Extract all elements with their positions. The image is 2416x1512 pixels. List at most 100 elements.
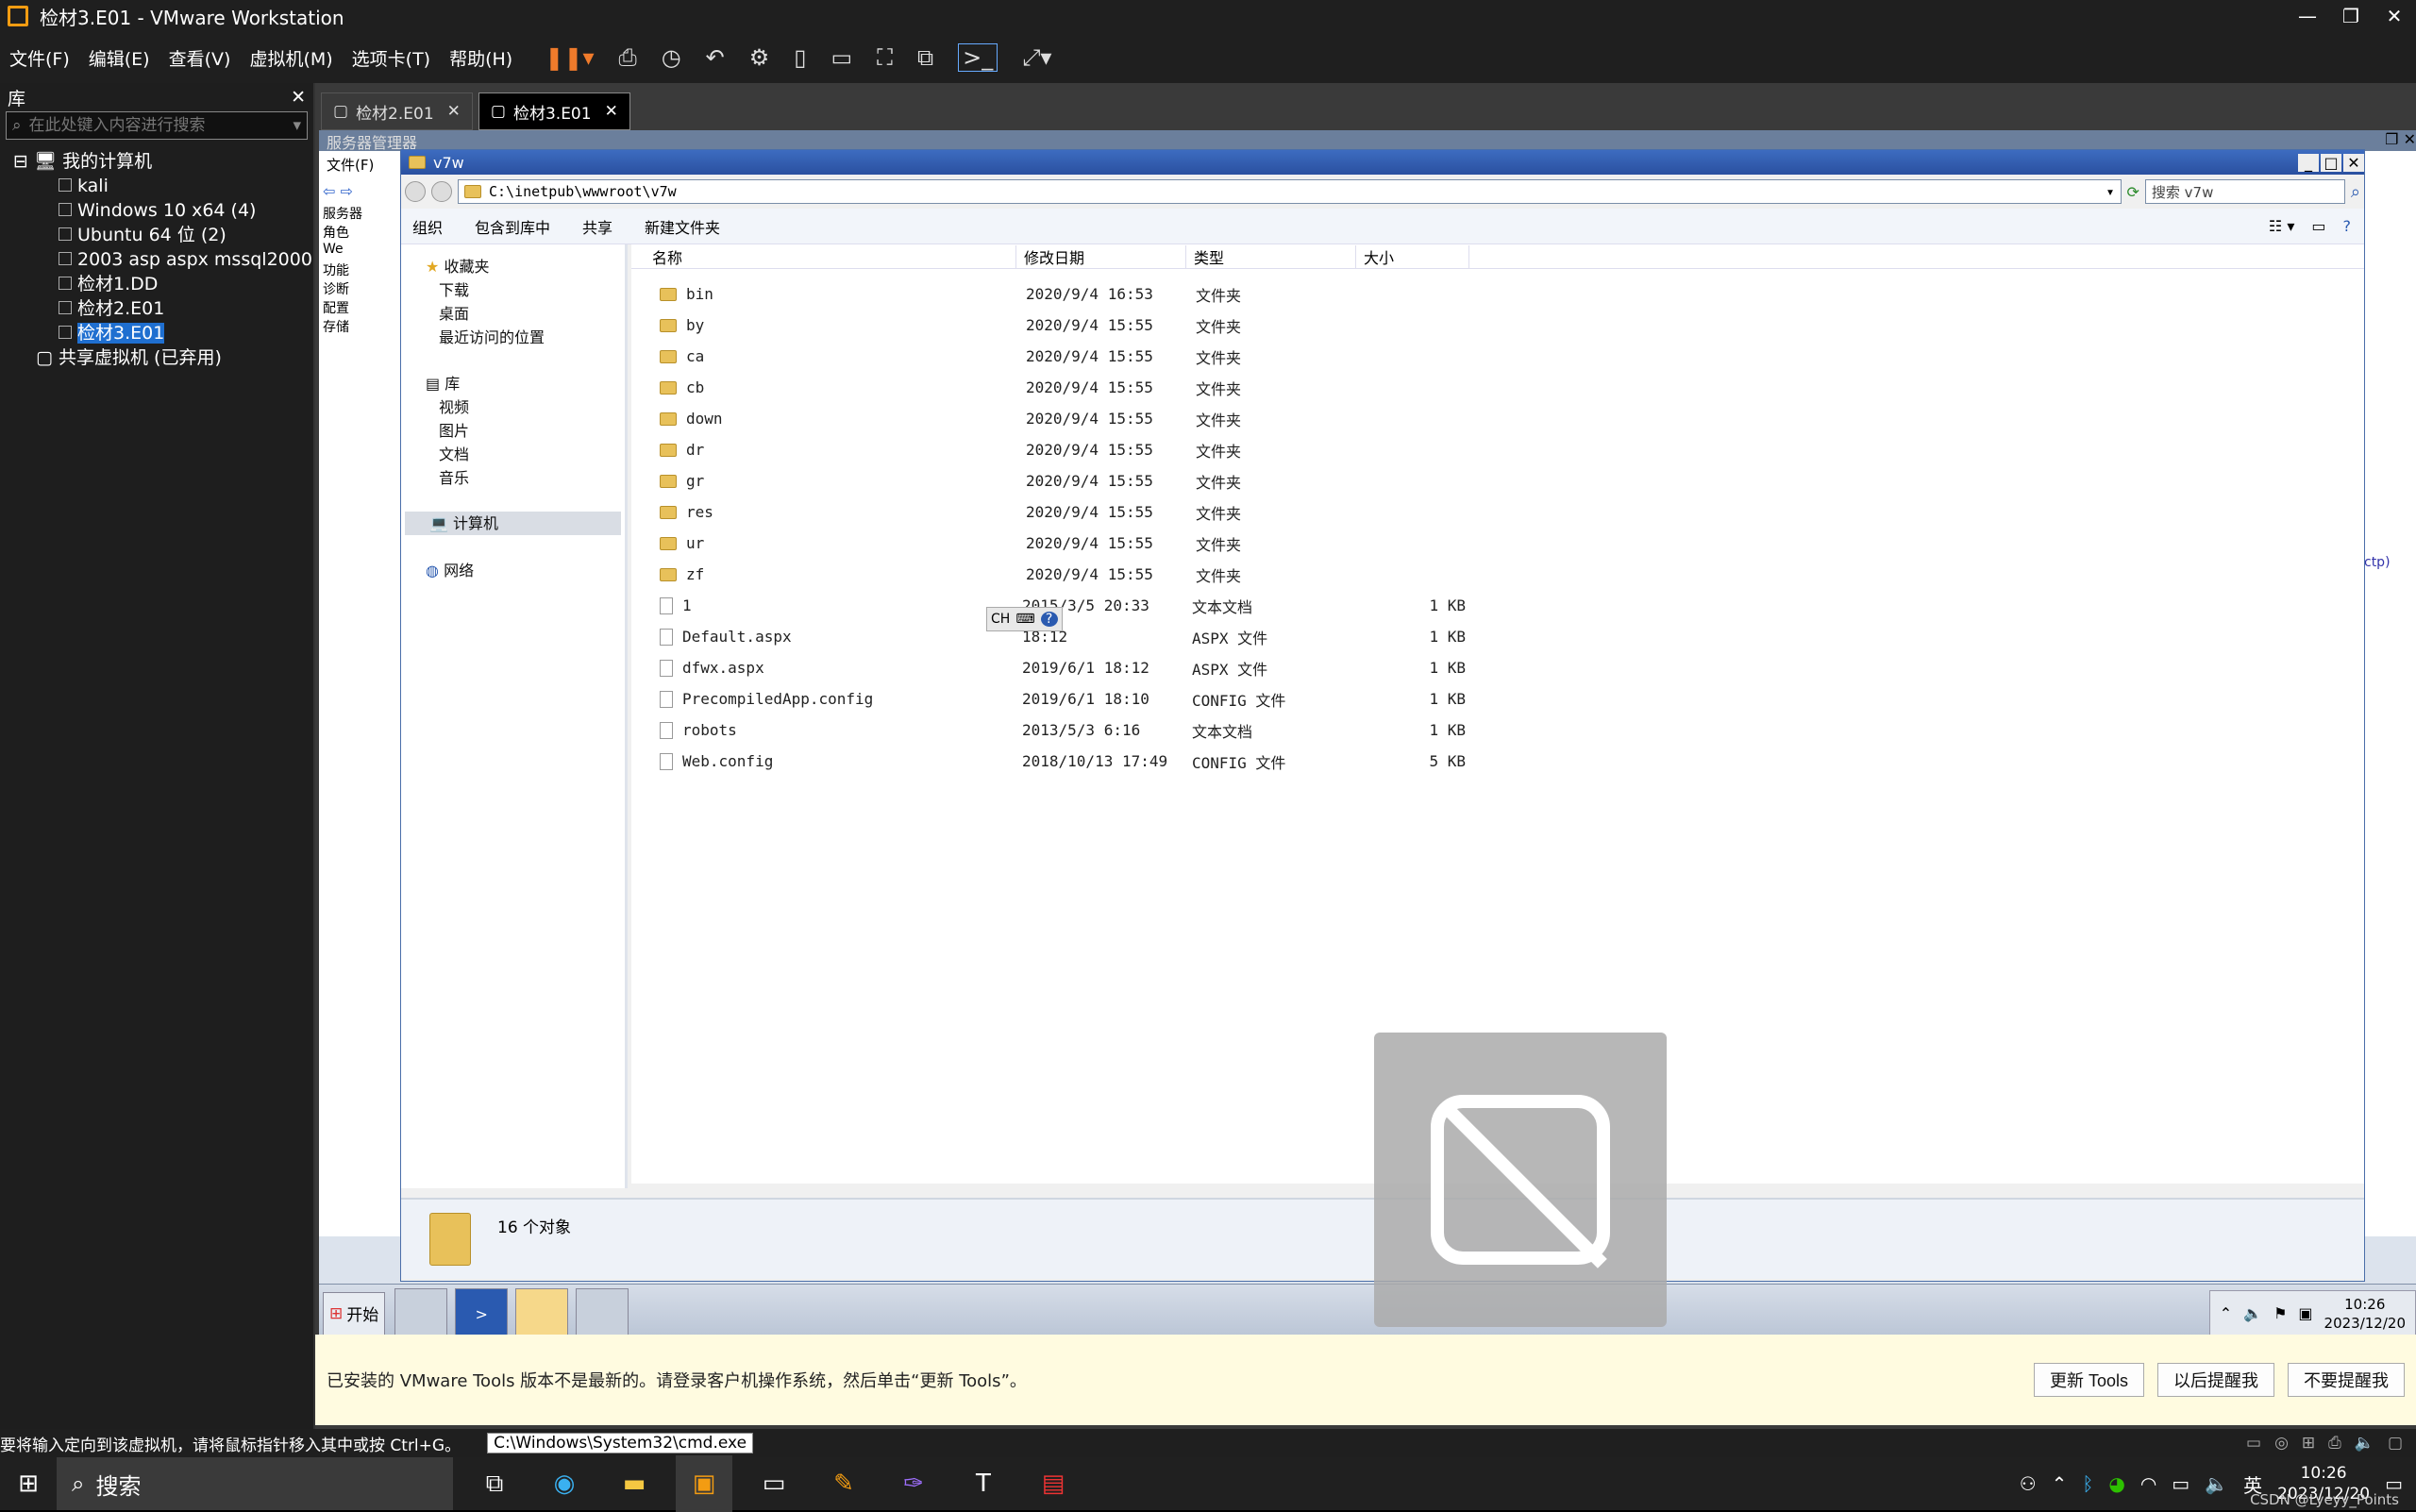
file-row[interactable]: bin 2020/9/4 16:53 文件夹 [631, 278, 2364, 310]
file-row[interactable]: PrecompiledApp.config 2019/6/1 18:10 CONFI… [631, 683, 2364, 714]
explorer-search-box[interactable]: 搜索 v7w [2144, 179, 2345, 204]
powershell-task-icon[interactable]: > [455, 1287, 509, 1339]
ime-language[interactable]: CH [991, 612, 1010, 627]
column-size[interactable]: 大小 [1356, 244, 1469, 268]
network-adapter-icon[interactable]: ⊞ [2302, 1434, 2315, 1453]
minimize-icon[interactable]: — [2286, 5, 2329, 27]
menu-item-5[interactable]: 帮助(H) [449, 45, 512, 71]
explorer-minimize-icon[interactable]: _ [2298, 153, 2319, 172]
file-row[interactable]: ca 2020/9/4 15:55 文件夹 [631, 341, 2364, 372]
server-manager-task-icon[interactable] [394, 1287, 448, 1339]
toolbar-share[interactable]: 共享 [582, 215, 612, 238]
feather-app-icon[interactable]: ✑ [885, 1455, 942, 1512]
pdf-app-icon[interactable]: ▤ [1025, 1455, 1082, 1512]
file-row[interactable]: gr 2020/9/4 15:55 文件夹 [631, 465, 2364, 496]
server-tree-item[interactable]: 存储 [323, 317, 403, 336]
stretch-icon[interactable]: ⤢▾ [1022, 44, 1051, 71]
nav-library-item[interactable]: 音乐 [439, 465, 625, 489]
file-row[interactable]: dfwx.aspx 2019/6/1 18:12 ASPX 文件 1 KB [631, 652, 2364, 683]
display-icon[interactable]: ▢ [2388, 1434, 2403, 1453]
file-row[interactable]: cb 2020/9/4 15:55 文件夹 [631, 372, 2364, 403]
tray-expand-icon[interactable]: ⌃ [2220, 1304, 2232, 1322]
printer-icon[interactable]: ⎙ [2328, 1434, 2341, 1453]
tools-task-icon[interactable] [576, 1287, 629, 1339]
wechat-icon[interactable]: ◕ [2108, 1472, 2124, 1495]
menu-item-3[interactable]: 虚拟机(M) [249, 45, 332, 71]
network-tray-icon[interactable]: ▣ [2298, 1304, 2312, 1322]
snapshot-icon[interactable]: ◷ [662, 44, 681, 71]
menu-item-2[interactable]: 查看(V) [169, 45, 231, 71]
menu-item-1[interactable]: 编辑(E) [89, 45, 150, 71]
guest-start-button[interactable]: ⊞ 开始 [323, 1291, 386, 1336]
file-row[interactable]: robots 2013/5/3 6:16 文本文档 1 KB [631, 714, 2364, 746]
update-tools-button[interactable]: 更新 Tools [2033, 1363, 2144, 1397]
pause-icon[interactable]: ❚❚▾ [545, 44, 594, 71]
restore-icon[interactable]: ❐ [2329, 5, 2373, 27]
revert-snapshot-icon[interactable]: ↶ [706, 44, 725, 71]
file-row[interactable]: by 2020/9/4 15:55 文件夹 [631, 310, 2364, 341]
close-icon[interactable]: ✕ [2373, 5, 2416, 27]
search-icon[interactable]: ⌕ [2351, 182, 2360, 202]
unity-icon[interactable]: ⧉ [917, 44, 933, 71]
send-ctrl-alt-del-icon[interactable]: ⎙ [618, 44, 636, 71]
preview-pane-icon[interactable]: ▭ [2311, 217, 2325, 235]
server-tree-item[interactable]: 功能 [323, 260, 403, 279]
ime-help-icon[interactable]: ? [1040, 612, 1058, 627]
windows-start-icon[interactable]: ⊞ [0, 1455, 57, 1512]
toolbar-new-folder[interactable]: 新建文件夹 [645, 215, 720, 238]
never-remind-button[interactable]: 不要提醒我 [2288, 1363, 2405, 1397]
nav-libraries[interactable]: ▤ 库 [401, 371, 625, 395]
remind-later-button[interactable]: 以后提醒我 [2157, 1363, 2274, 1397]
server-manager-file-menu[interactable]: 文件(F) [319, 151, 403, 178]
file-row[interactable]: Web.config 2018/10/13 17:49 CONFIG 文件 5 KB [631, 746, 2364, 777]
nav-library-item[interactable]: 视频 [439, 395, 625, 418]
vm-tab[interactable]: ▢ 检材3.E01 ✕ [478, 92, 630, 130]
file-row[interactable]: down 2020/9/4 15:55 文件夹 [631, 403, 2364, 434]
menu-item-0[interactable]: 文件(F) [9, 45, 70, 71]
address-dropdown-icon[interactable]: ▾ [2106, 183, 2114, 200]
typora-icon[interactable]: T [955, 1455, 1012, 1512]
guest-screen[interactable]: 服务器管理器 ❐ ✕ 文件(F) ⇦ ⇨ 服务器 角色 We 功能 诊断 配置 存储 ctp… [319, 130, 2416, 1342]
file-row[interactable]: zf 2020/9/4 15:55 文件夹 [631, 559, 2364, 590]
file-row[interactable]: ur 2020/9/4 15:55 文件夹 [631, 528, 2364, 559]
menu-item-4[interactable]: 选项卡(T) [352, 45, 430, 71]
pen-app-icon[interactable]: ✎ [815, 1455, 872, 1512]
view-options-icon[interactable]: ☷ ▾ [2269, 217, 2294, 235]
tab-close-icon[interactable]: ✕ [605, 102, 618, 121]
thumbnail-view-icon[interactable]: ▭ [830, 44, 852, 71]
nav-computer[interactable]: 💻 计算机 [405, 512, 621, 535]
keyboard-icon[interactable]: ⌨ [1015, 612, 1034, 627]
toolbar-organize[interactable]: 组织 [412, 215, 443, 238]
vm-tab[interactable]: ▢ 检材2.E01 ✕ [321, 92, 473, 130]
server-manager-restore-icon[interactable]: ❐ [2385, 130, 2398, 148]
volume-icon[interactable]: 🔈 [2205, 1472, 2228, 1495]
library-vm-item[interactable]: 检材2.E01 [59, 296, 313, 321]
nav-network[interactable]: ◍ 网络 [401, 558, 625, 581]
help-icon[interactable]: ? [2343, 217, 2352, 235]
library-vm-item[interactable]: kali [59, 174, 313, 198]
chevron-down-icon[interactable]: ▾ [293, 116, 301, 135]
toolbar-include-in-library[interactable]: 包含到库中 [475, 215, 550, 238]
terminal-icon[interactable]: ▭ [746, 1455, 802, 1512]
back-arrow-icon[interactable]: ⇦ [323, 182, 335, 200]
tab-close-icon[interactable]: ✕ [447, 102, 461, 121]
library-vm-item[interactable]: Ubuntu 64 位 (2) [59, 223, 313, 247]
library-close-icon[interactable]: ✕ [291, 87, 306, 108]
nav-favorite-item[interactable]: 下载 [439, 277, 625, 301]
nav-library-item[interactable]: 图片 [439, 418, 625, 442]
file-row[interactable]: res 2020/9/4 15:55 文件夹 [631, 496, 2364, 528]
console-icon[interactable]: >_ [958, 43, 998, 72]
explorer-task-icon[interactable] [515, 1287, 569, 1339]
hdd-icon[interactable]: ▭ [2246, 1434, 2261, 1453]
explorer-maximize-icon[interactable]: □ [2321, 153, 2341, 172]
explorer-close-icon[interactable]: ✕ [2343, 153, 2364, 172]
guest-clock[interactable]: 10:26 2023/12/20 [2324, 1295, 2406, 1333]
flag-icon[interactable]: ⚑ [2273, 1304, 2287, 1322]
forward-arrow-icon[interactable]: ⇨ [341, 182, 353, 200]
library-view-icon[interactable]: ▯ [794, 44, 806, 71]
file-row[interactable]: Default.aspx 18:12 ASPX 文件 1 KB [631, 621, 2364, 652]
back-button-icon[interactable] [405, 181, 426, 202]
file-row[interactable]: dr 2020/9/4 15:55 文件夹 [631, 434, 2364, 465]
vmware-task-icon[interactable]: ▣ [676, 1455, 732, 1512]
cd-icon[interactable]: ◎ [2274, 1434, 2289, 1453]
